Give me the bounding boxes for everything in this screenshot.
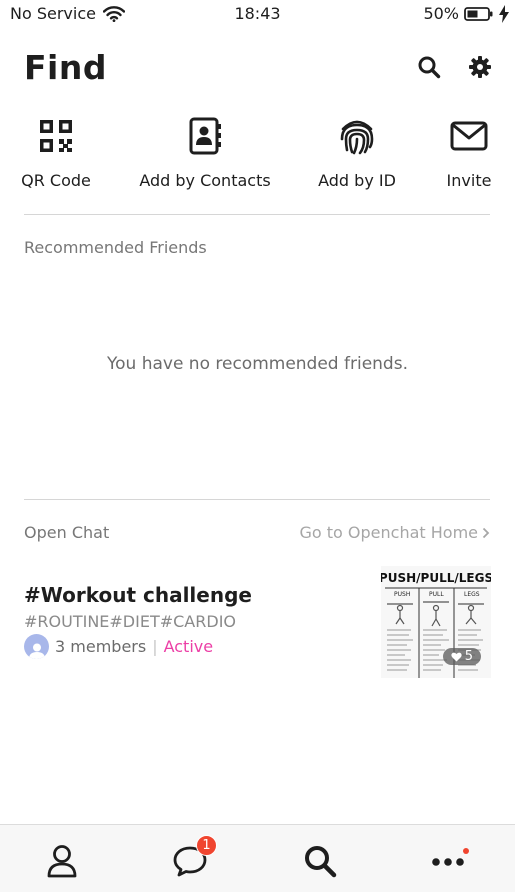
- settings-button[interactable]: [467, 54, 493, 80]
- openchat-card[interactable]: #Workout challenge #ROUTINE#DIET#CARDIO …: [24, 566, 491, 681]
- heart-icon: [451, 652, 462, 661]
- person-icon: [47, 845, 77, 878]
- battery-percent: 50%: [423, 4, 459, 23]
- search-button[interactable]: [416, 54, 442, 80]
- quick-actions: QR Code Add by Contacts Add by ID Invite: [0, 116, 515, 196]
- battery-icon: [464, 6, 493, 21]
- add-by-id-label: Add by ID: [318, 171, 396, 190]
- recommended-friends-heading: Recommended Friends: [24, 238, 207, 257]
- fingerprint-icon: [340, 120, 374, 155]
- thumbnail-column-legs: LEGS: [464, 591, 480, 598]
- qr-code-label: QR Code: [21, 171, 91, 190]
- unread-badge: 1: [196, 835, 217, 856]
- member-count: 3 members: [55, 637, 147, 656]
- status-right: 50%: [423, 4, 509, 23]
- invite-label: Invite: [446, 171, 492, 190]
- chat-tags: #ROUTINE#DIET#CARDIO: [24, 612, 236, 631]
- status-bar: No Service 18:43 50%: [0, 0, 515, 28]
- gear-icon: [469, 56, 491, 78]
- add-by-contacts-label: Add by Contacts: [139, 171, 271, 190]
- add-by-contacts-action[interactable]: Add by Contacts: [137, 116, 273, 190]
- invite-action[interactable]: Invite: [440, 116, 498, 190]
- tab-chats[interactable]: 1: [172, 835, 217, 879]
- thumbnail-column-pull: PULL: [429, 591, 444, 598]
- envelope-icon: [450, 121, 488, 151]
- openchat-home-link[interactable]: Go to Openchat Home: [299, 523, 490, 542]
- page-title: Find: [24, 48, 107, 87]
- chat-thumbnail[interactable]: PUSH/PULL/LEGS PUSH PULL LEGS 5: [381, 566, 491, 678]
- tab-more[interactable]: [430, 843, 469, 879]
- more-dots-icon: [432, 858, 464, 866]
- add-by-id-action[interactable]: Add by ID: [312, 116, 402, 190]
- thumbnail-column-push: PUSH: [394, 591, 410, 598]
- openchat-home-label: Go to Openchat Home: [299, 523, 478, 542]
- search-icon: [418, 56, 441, 79]
- meta-separator: |: [152, 637, 158, 656]
- tab-bar: 1: [0, 824, 515, 892]
- thumbnail-heading: PUSH/PULL/LEGS: [381, 571, 491, 585]
- contacts-book-icon: [189, 117, 221, 155]
- qr-code-action[interactable]: QR Code: [14, 116, 98, 190]
- tab-find[interactable]: [302, 843, 338, 879]
- person-icon: [28, 643, 45, 659]
- qr-code-icon: [40, 120, 72, 152]
- empty-recommendations-message: You have no recommended friends.: [106, 354, 408, 374]
- divider: [24, 214, 490, 215]
- charging-bolt-icon: [499, 4, 509, 23]
- like-count: 5: [464, 649, 473, 664]
- notification-dot: [463, 848, 469, 854]
- like-count-badge: 5: [442, 648, 481, 665]
- avatar: [24, 634, 49, 659]
- open-chat-heading: Open Chat: [24, 523, 110, 542]
- chat-title: #Workout challenge: [24, 583, 252, 607]
- tab-friends[interactable]: [44, 843, 80, 879]
- divider: [24, 499, 490, 500]
- search-icon: [305, 846, 337, 878]
- status-badge: Active: [163, 637, 214, 656]
- chevron-right-icon: [482, 527, 490, 538]
- chat-meta: 3 members | Active: [24, 634, 213, 659]
